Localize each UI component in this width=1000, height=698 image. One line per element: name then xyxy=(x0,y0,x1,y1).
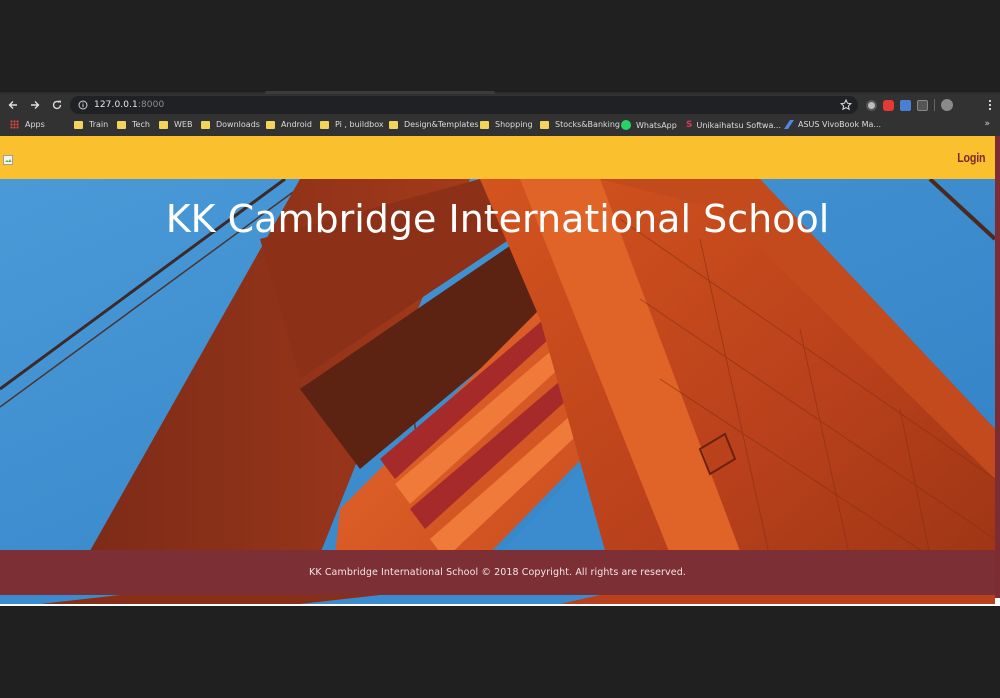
bookmark-web[interactable]: WEB xyxy=(159,120,192,129)
adblock-icon[interactable] xyxy=(883,99,894,111)
bookmark-train[interactable]: Train xyxy=(74,120,108,129)
bookmark-label: WhatsApp xyxy=(636,120,677,130)
broken-image-icon[interactable] xyxy=(3,155,13,165)
bookmark-label: Tech xyxy=(132,120,150,129)
hero-banner: KK Cambridge International School xyxy=(0,179,995,604)
bookmark-asus[interactable]: ASUS VivoBook Ma... xyxy=(784,120,881,129)
bookmark-label: Pi , buildbox xyxy=(335,120,384,129)
right-edge-bar xyxy=(995,136,1000,598)
browser-toolbar: 127.0.0.1:8000 xyxy=(0,94,1000,116)
toolbar-divider xyxy=(934,99,935,111)
folder-icon xyxy=(159,120,168,129)
bookmark-whatsapp[interactable]: WhatsApp xyxy=(621,120,677,130)
bookmark-unikaihatsu[interactable]: S Unikaihatsu Softwa... xyxy=(686,120,781,130)
bookmark-label: Train xyxy=(89,120,109,129)
unikaihatsu-icon: S xyxy=(686,120,693,130)
bookmarks-bar: Apps Train Tech WEB Downloads Android Pi… xyxy=(0,116,1000,136)
folder-icon xyxy=(320,120,329,129)
extension-4-icon[interactable] xyxy=(917,99,928,111)
bridge-tower-image xyxy=(0,179,995,604)
folder-icon xyxy=(117,120,126,129)
extension-1-icon[interactable] xyxy=(866,99,877,111)
arrow-right-icon xyxy=(31,101,40,109)
url-port: :8000 xyxy=(137,100,165,110)
bookmark-shopping[interactable]: Shopping xyxy=(480,120,533,129)
folder-icon xyxy=(74,120,83,129)
folder-icon xyxy=(540,120,549,129)
reload-button[interactable] xyxy=(48,96,66,114)
screen-border-top xyxy=(0,0,1000,92)
whatsapp-icon xyxy=(621,120,631,130)
address-bar[interactable]: 127.0.0.1:8000 xyxy=(70,96,858,114)
bookmark-label: Design&Templates xyxy=(404,120,479,129)
folder-icon xyxy=(389,120,398,129)
bookmark-label: Unikaihatsu Softwa... xyxy=(696,120,781,130)
extensions-area xyxy=(866,94,953,116)
bookmark-label: Android xyxy=(281,120,312,129)
bookmark-pi-buildbox[interactable]: Pi , buildbox xyxy=(320,120,384,129)
more-bookmarks-button[interactable]: » xyxy=(984,119,990,129)
bookmark-design-templates[interactable]: Design&Templates xyxy=(389,120,479,129)
bookmark-label: Apps xyxy=(25,120,45,129)
bookmark-apps[interactable]: Apps xyxy=(10,120,45,129)
login-link[interactable]: Login xyxy=(957,150,985,165)
forward-button[interactable] xyxy=(26,96,44,114)
folder-icon xyxy=(201,120,210,129)
bookmark-label: Shopping xyxy=(495,120,533,129)
web-page: Login KK Cambridge International School … xyxy=(0,136,1000,606)
back-button[interactable] xyxy=(4,96,22,114)
arrow-left-icon xyxy=(8,101,17,109)
folder-icon xyxy=(266,120,275,129)
translate-icon[interactable] xyxy=(900,99,911,111)
apps-grid-icon xyxy=(10,120,19,129)
bookmark-label: Stocks&Banking xyxy=(555,120,621,129)
url-text: 127.0.0.1:8000 xyxy=(94,100,164,110)
bookmark-label: Downloads xyxy=(216,120,260,129)
hero-bottom-strip xyxy=(0,595,995,604)
bookmark-label: ASUS VivoBook Ma... xyxy=(798,120,882,129)
bookmark-android[interactable]: Android xyxy=(266,120,312,129)
info-icon xyxy=(78,100,88,110)
folder-icon xyxy=(480,120,489,129)
bookmark-downloads[interactable]: Downloads xyxy=(201,120,260,129)
screen-border-bottom xyxy=(0,606,1000,698)
hero-title: KK Cambridge International School xyxy=(165,197,830,241)
reload-icon xyxy=(52,100,62,110)
url-host: 127.0.0.1 xyxy=(94,100,138,110)
bookmark-stocks-banking[interactable]: Stocks&Banking xyxy=(540,120,620,129)
star-icon[interactable] xyxy=(840,99,852,111)
footer-copyright: KK Cambridge International School © 2018… xyxy=(309,567,686,578)
asus-icon xyxy=(784,120,794,129)
bookmark-tech[interactable]: Tech xyxy=(117,120,150,129)
site-footer: KK Cambridge International School © 2018… xyxy=(0,550,995,595)
profile-avatar[interactable] xyxy=(941,99,953,111)
bookmark-label: WEB xyxy=(174,120,193,129)
menu-icon[interactable] xyxy=(988,99,992,111)
site-navbar: Login xyxy=(0,136,995,179)
